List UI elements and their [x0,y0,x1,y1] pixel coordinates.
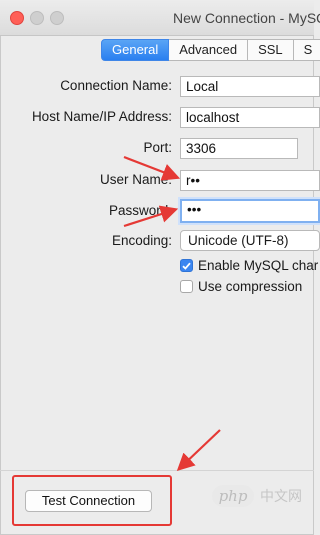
test-connection-arrow-icon [176,429,221,472]
php-logo: php [212,485,254,507]
watermark: php 中文网 [212,485,302,507]
user-name-arrow-icon [123,155,181,181]
watermark-text: 中文网 [260,488,302,504]
annotation-arrows [123,155,221,472]
password-arrow-icon [123,205,179,228]
